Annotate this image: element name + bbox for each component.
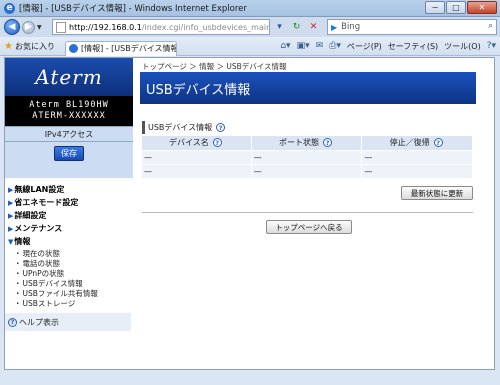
title-bar: e [情報] - [USBデバイス情報] - Windows Internet … <box>0 0 500 17</box>
arrow-icon: ▶ <box>8 185 14 194</box>
url-path: /index.cgi/info_usbdevices_main <box>141 22 270 32</box>
submenu-item-current-status[interactable]: ・現在の状態 <box>5 248 133 258</box>
save-button[interactable]: 保存 <box>54 145 84 161</box>
table-cell: — <box>251 163 363 178</box>
column-stop-resume: 停止／復帰? <box>361 136 473 150</box>
menu-item-eco-mode[interactable]: ▶ 省エネモード設定 <box>5 196 133 209</box>
address-bar: ◀ ▶ ▼ http://192.168.0.1/index.cgi/info_… <box>0 17 500 37</box>
breadcrumb: トップページ ＞ 情報 ＞ USBデバイス情報 <box>142 62 287 71</box>
submenu-item-upnp-status[interactable]: ・ UPnPの状態 <box>5 268 133 278</box>
aterm-logo: Aterm <box>5 58 133 96</box>
arrow-icon: ▶ <box>8 198 14 207</box>
favorites-star-icon[interactable]: ★ <box>4 41 13 52</box>
usb-device-table: デバイス名? ポート状態? 停止／復帰? — — — — — — <box>142 136 473 178</box>
close-button[interactable]: ✕ <box>467 1 497 14</box>
divider <box>142 212 473 213</box>
back-button[interactable]: ◀ <box>4 19 20 35</box>
table-cell: — <box>142 149 252 164</box>
feeds-icon[interactable]: ▣▾ <box>297 41 310 51</box>
submenu-item-usb-file-sharing[interactable]: ・ USBファイル共有情報 <box>5 288 133 298</box>
main-panel: トップページ ＞ 情報 ＞ USBデバイス情報 USBデバイス情報 USBデバイ… <box>138 58 494 369</box>
menu-item-wireless-lan[interactable]: ▶ 無線LAN設定 <box>5 183 133 196</box>
stop-icon[interactable]: ✕ <box>306 20 321 34</box>
help-question-icon[interactable]: ? <box>323 138 332 148</box>
submenu-item-usb-storage[interactable]: ・ USBストレージ <box>5 298 133 308</box>
command-bar: ⌂▾ ▣▾ ✉ ⎙▾ ページ(P) セーフティ(S) ツール(O) ?▾ <box>280 41 500 52</box>
tools-menu[interactable]: ツール(O) <box>444 41 481 52</box>
table-header-row: デバイス名? ポート状態? 停止／復帰? <box>142 136 473 150</box>
refresh-icon[interactable]: ↻ <box>289 20 304 34</box>
mail-icon[interactable]: ✉ <box>316 41 324 51</box>
ie-logo-icon: e <box>4 2 15 14</box>
refresh-status-button[interactable]: 最新状態に更新 <box>401 186 473 200</box>
table-cell: — <box>361 149 473 164</box>
column-port-status: ポート状態? <box>251 136 363 150</box>
table-cell: — <box>251 149 363 164</box>
url-field[interactable]: http://192.168.0.1/index.cgi/info_usbdev… <box>52 19 270 35</box>
page-title: USBデバイス情報 <box>140 72 476 104</box>
safety-menu[interactable]: セーフティ(S) <box>388 41 438 52</box>
menu-item-info[interactable]: ▼ 情報 <box>5 235 133 248</box>
status-bar <box>0 371 500 385</box>
help-icon[interactable]: ?▾ <box>487 41 496 51</box>
bing-logo-icon: ▶ <box>331 22 338 32</box>
section-title: USBデバイス情報 ? <box>142 121 227 134</box>
arrow-icon: ▶ <box>8 211 14 220</box>
model-name: Aterm BL190HW <box>29 100 109 110</box>
browser-tab[interactable]: [情報] - [USBデバイス情報] <box>64 40 177 56</box>
help-toggle[interactable]: ? ヘルプ表示 <box>5 313 131 331</box>
model-id: ATERM-XXXXXX <box>32 111 106 121</box>
minimize-button[interactable]: − <box>425 1 445 14</box>
section-title-text: USBデバイス情報 <box>148 123 213 132</box>
tab-title: [情報] - [USBデバイス情報] <box>80 44 177 53</box>
help-question-icon[interactable]: ? <box>212 138 222 148</box>
sidebar: Aterm Aterm BL190HW ATERM-XXXXXX IPv4アクセ… <box>5 58 133 369</box>
model-info: Aterm BL190HW ATERM-XXXXXX <box>5 96 133 126</box>
page-menu[interactable]: ページ(P) <box>347 41 382 52</box>
search-icon[interactable]: ⌕ <box>488 21 493 31</box>
favorites-bar: ★ お気に入り [情報] - [USBデバイス情報] ⌂▾ ▣▾ ✉ ⎙▾ ペー… <box>0 37 500 56</box>
back-to-top-button[interactable]: トップページへ戻る <box>266 220 352 234</box>
help-label: ヘルプ表示 <box>19 317 59 327</box>
page-icon <box>56 21 66 33</box>
tab-favicon-icon <box>68 44 78 53</box>
submenu-item-phone-status[interactable]: ・電話の状態 <box>5 258 133 268</box>
help-question-icon: ? <box>8 317 17 327</box>
address-buttons: ▾ ↻ ✕ <box>272 20 321 34</box>
save-area: 保存 <box>5 142 133 164</box>
sidebar-spacer <box>5 164 133 178</box>
print-icon[interactable]: ⎙▾ <box>329 41 341 51</box>
table-cell: — <box>361 163 473 178</box>
help-question-icon[interactable]: ? <box>433 138 443 148</box>
search-engine-label: Bing <box>341 22 361 32</box>
window-controls: − □ ✕ <box>425 1 497 14</box>
menu-item-maintenance[interactable]: ▶ メンテナンス <box>5 222 133 235</box>
menu-item-advanced[interactable]: ▶ 詳細設定 <box>5 209 133 222</box>
search-input[interactable]: ▶ Bing ⌕ <box>327 19 497 35</box>
submenu-item-usb-device[interactable]: ・ USBデバイス情報 <box>5 278 133 288</box>
url-dropdown-icon[interactable]: ▾ <box>272 20 287 34</box>
history-dropdown-icon[interactable]: ▼ <box>37 24 42 31</box>
maximize-button[interactable]: □ <box>446 1 466 14</box>
page-content: Aterm Aterm BL190HW ATERM-XXXXXX IPv4アクセ… <box>4 57 495 370</box>
table-cell: — <box>142 163 252 178</box>
home-icon[interactable]: ⌂▾ <box>280 41 290 51</box>
favorites-button[interactable]: お気に入り <box>15 41 55 52</box>
sidebar-menu: ▶ 無線LAN設定 ▶ 省エネモード設定 ▶ 詳細設定 ▶ メンテナンス ▼ 情報 ・現在… <box>5 178 133 308</box>
table-row: — — — <box>142 163 473 178</box>
help-question-icon[interactable]: ? <box>216 123 226 132</box>
window-title: [情報] - [USBデバイス情報] - Windows Internet Ex… <box>19 4 247 14</box>
url-host: http://192.168.0.1 <box>69 22 142 32</box>
forward-button[interactable]: ▶ <box>22 20 35 34</box>
table-row: — — — <box>142 149 473 164</box>
arrow-icon: ▶ <box>8 224 14 233</box>
access-mode: IPv4アクセス <box>5 126 133 142</box>
column-device-name: デバイス名? <box>142 136 252 150</box>
arrow-down-icon: ▼ <box>8 237 14 246</box>
